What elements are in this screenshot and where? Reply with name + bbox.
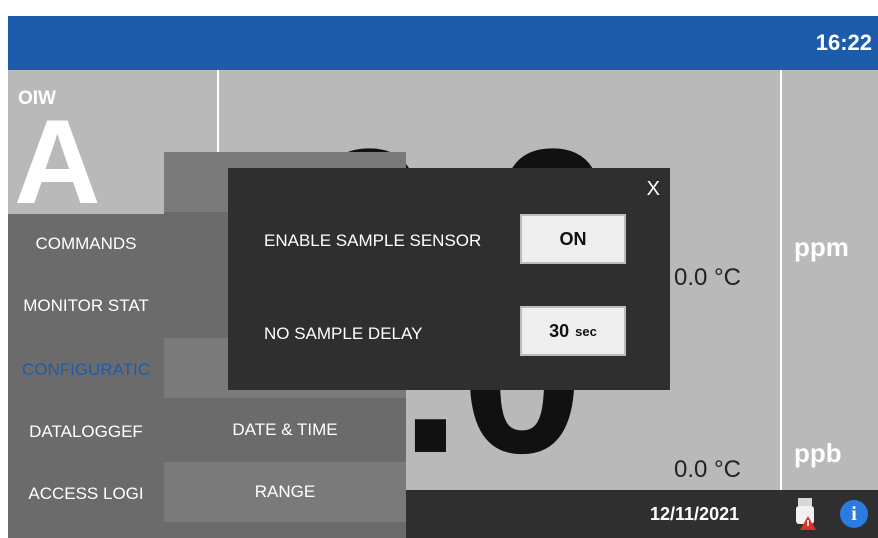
main-menu: COMMANDS MONITOR STAT CONFIGURATIC DATAL… xyxy=(8,214,164,538)
unit-bottom: ppb xyxy=(794,438,842,468)
temperature-top: 0.0 °C xyxy=(674,264,741,291)
delay-value: 30 xyxy=(549,320,570,341)
divider-line xyxy=(780,70,782,538)
sample-sensor-dialog: X ENABLE SAMPLE SENSOR ON NO SAMPLE DELA… xyxy=(228,168,670,390)
status-bar: 12/11/2021 i xyxy=(406,490,878,538)
instrument-screen: 16:22 OIW A 0.0 .0 0.0 °C 0.0 °C ppm ppb… xyxy=(8,16,878,538)
temperature-bottom: 0.0 °C xyxy=(674,456,741,483)
enable-sensor-toggle[interactable]: ON xyxy=(520,214,626,264)
delay-label: NO SAMPLE DELAY xyxy=(264,324,423,343)
menu-item-datalogger[interactable]: DATALOGGEF xyxy=(8,422,164,442)
menu-item-commands[interactable]: COMMANDS xyxy=(8,234,164,254)
date-display: 12/11/2021 xyxy=(650,504,740,524)
channel-letter: A xyxy=(14,95,101,229)
menu-item-monitor-status[interactable]: MONITOR STAT xyxy=(8,296,164,316)
enable-sensor-value: ON xyxy=(559,228,587,249)
menu-item-configuration[interactable]: CONFIGURATIC xyxy=(8,360,164,380)
delay-input-button[interactable]: 30 sec xyxy=(520,306,626,356)
enable-sensor-label: ENABLE SAMPLE SENSOR xyxy=(264,231,482,250)
clock: 16:22 xyxy=(815,30,872,55)
info-icon[interactable]: i xyxy=(840,500,868,528)
delay-unit: sec xyxy=(575,323,597,339)
close-button[interactable]: X xyxy=(647,178,660,201)
unit-top: ppm xyxy=(794,232,849,262)
top-bar: 16:22 xyxy=(8,16,878,70)
usb-warning-icon[interactable] xyxy=(794,498,816,530)
menu-item-access-log[interactable]: ACCESS LOGI xyxy=(8,484,164,504)
submenu-item-range[interactable]: RANGE xyxy=(164,462,406,522)
submenu-item-date-time[interactable]: DATE & TIME xyxy=(164,400,406,460)
